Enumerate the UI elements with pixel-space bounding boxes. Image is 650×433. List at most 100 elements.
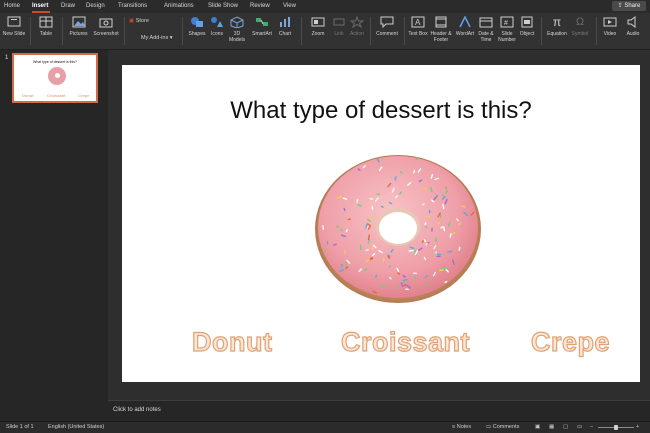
comment-button[interactable]: Comment: [373, 13, 401, 49]
table-button[interactable]: Table: [34, 13, 58, 49]
notes-placeholder: Click to add notes: [113, 407, 161, 413]
answer-option-crepe[interactable]: Crepe: [530, 326, 610, 358]
screenshot-label: Screenshot: [93, 31, 119, 37]
tab-design[interactable]: Design: [86, 2, 105, 10]
video-button[interactable]: Video: [599, 13, 621, 49]
screenshot-icon: [99, 18, 113, 28]
pictures-icon: [72, 16, 85, 28]
my-addins-button[interactable]: My Add-ins ▾: [141, 35, 173, 41]
icons-icon: [211, 17, 223, 27]
tab-animations[interactable]: Animations: [164, 2, 194, 10]
ribbon-separator: [182, 17, 183, 45]
sprinkle: [413, 272, 417, 275]
slide-number-button[interactable]: # Slide Number: [496, 13, 518, 49]
slide-sorter-button[interactable]: ▦: [549, 424, 554, 430]
notes-pane[interactable]: Click to add notes: [108, 400, 650, 420]
equation-button[interactable]: π Equation: [544, 13, 570, 49]
tab-home[interactable]: Home: [4, 2, 20, 10]
language-indicator[interactable]: English (United States): [48, 424, 104, 430]
object-icon: [521, 16, 533, 28]
chart-button[interactable]: Chart: [275, 13, 295, 49]
omega-icon: Ω: [575, 16, 585, 28]
normal-view-button[interactable]: ▣: [535, 424, 540, 430]
ribbon-separator: [30, 17, 31, 45]
reading-view-button[interactable]: ▢: [563, 424, 568, 430]
smartart-icon: [256, 18, 268, 26]
table-label: Table: [40, 31, 52, 37]
answer-option-donut[interactable]: Donut: [191, 326, 272, 358]
share-label: Share: [624, 3, 641, 9]
tab-review[interactable]: Review: [250, 2, 270, 10]
new-slide-icon: [7, 16, 21, 27]
ribbon-separator: [541, 17, 542, 45]
store-icon: ▣: [129, 18, 135, 24]
tab-insert[interactable]: Insert: [32, 2, 48, 10]
zoom-in-button[interactable]: +: [636, 424, 639, 430]
reading-view-icon: ▢: [563, 424, 569, 430]
pictures-button[interactable]: Pictures: [65, 13, 92, 49]
screenshot-button[interactable]: Screenshot: [91, 13, 121, 49]
slide-thumbnail[interactable]: What type of dessert is this? Donut Croi…: [12, 53, 98, 103]
zoom-out-button[interactable]: −: [590, 424, 593, 430]
comments-icon: ▭: [486, 424, 492, 430]
link-icon: [333, 18, 345, 26]
wordart-label: WordArt: [455, 31, 475, 37]
chart-label: Chart: [278, 31, 292, 37]
slide-sorter-icon: ▦: [549, 424, 555, 430]
text-box-label: Text Box: [408, 31, 428, 37]
audio-button[interactable]: Audio: [622, 13, 644, 49]
table-icon: [39, 16, 53, 28]
calendar-icon: [479, 17, 493, 28]
object-button[interactable]: Object: [517, 13, 537, 49]
symbol-button[interactable]: Ω Symbol: [569, 13, 591, 49]
symbol-label: Symbol: [571, 31, 589, 37]
tab-slide-show[interactable]: Slide Show: [208, 2, 238, 10]
action-star-icon: [350, 16, 364, 28]
link-label: Link: [334, 31, 344, 37]
tab-transitions[interactable]: Transitions: [118, 2, 147, 10]
answer-option-croissant[interactable]: Croissant: [340, 326, 470, 358]
pictures-label: Pictures: [69, 31, 88, 37]
svg-text:#: #: [504, 20, 508, 27]
3d-cube-icon: [230, 16, 244, 28]
comments-toggle-label: Comments: [492, 424, 520, 430]
wordart-button[interactable]: WordArt: [454, 13, 476, 49]
smartart-label: SmartArt: [252, 31, 272, 37]
comment-icon: [380, 16, 394, 28]
slideshow-button[interactable]: ▭: [577, 424, 582, 430]
slide-canvas[interactable]: What type of dessert is this? Donut Croi…: [122, 65, 640, 382]
header-footer-label: Header & Footer: [430, 31, 452, 43]
zoom-icon: [311, 17, 325, 27]
comments-toggle[interactable]: ▭ Comments: [486, 424, 519, 430]
share-button[interactable]: ⇪ Share: [612, 1, 646, 11]
slide-title[interactable]: What type of dessert is this?: [122, 97, 640, 125]
new-slide-button[interactable]: New Slide: [2, 13, 26, 49]
link-button[interactable]: Link: [330, 13, 348, 49]
store-button[interactable]: ▣ Store: [129, 18, 149, 24]
zoom-slider[interactable]: [598, 425, 634, 430]
3d-models-button[interactable]: 3D Models: [226, 13, 248, 49]
thumbnail-donut-image: [48, 67, 66, 85]
donut-image[interactable]: [314, 149, 482, 304]
zoom-slider-thumb[interactable]: [614, 425, 618, 430]
icons-button[interactable]: Icons: [207, 13, 227, 49]
share-icon: ⇪: [617, 3, 623, 9]
date-time-button[interactable]: Date & Time: [476, 13, 496, 49]
action-label: Action: [350, 31, 364, 37]
pi-icon: π: [552, 15, 562, 29]
ribbon-tab-bar: Home Insert Draw Design Transitions Anim…: [0, 0, 650, 13]
tab-view[interactable]: View: [283, 2, 296, 10]
ribbon-separator: [301, 17, 302, 45]
notes-toggle[interactable]: ≡ Notes: [452, 424, 471, 430]
smartart-button[interactable]: SmartArt: [249, 13, 275, 49]
chevron-down-icon: ▾: [169, 35, 173, 41]
ribbon-separator: [62, 17, 63, 45]
ribbon-separator: [404, 17, 405, 45]
header-footer-button[interactable]: Header & Footer: [428, 13, 454, 49]
action-button[interactable]: Action: [347, 13, 367, 49]
tab-draw[interactable]: Draw: [61, 2, 75, 10]
text-box-button[interactable]: A Text Box: [408, 13, 428, 49]
zoom-button[interactable]: Zoom: [306, 13, 330, 49]
slide-number-label: Slide Number: [498, 31, 516, 43]
shapes-button[interactable]: Shapes: [185, 13, 209, 49]
